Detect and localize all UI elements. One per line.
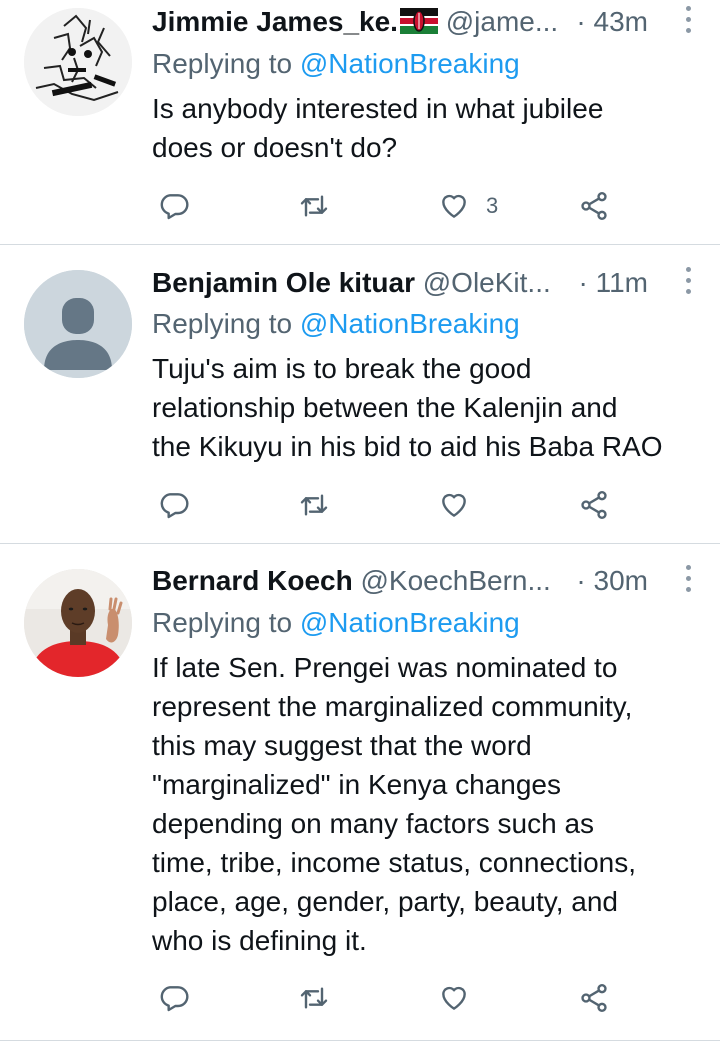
tweet-text-line: If late Sen. Prengei was nominated to (152, 652, 618, 683)
timestamp[interactable]: · 11m (579, 263, 649, 303)
tweet-text: Is anybody interested in what jubilee do… (152, 89, 700, 167)
tweet-text-line: does or doesn't do? (152, 132, 398, 163)
like-count: 3 (486, 193, 499, 218)
tweet[interactable]: Jimmie James_ke. @jame... · 43m Replying… (0, 0, 720, 244)
retweet-icon (300, 987, 328, 1009)
tweet-text-line: place, age, gender, party, beauty, and (152, 886, 618, 917)
tweet-text-line: who is defining it. (152, 925, 367, 956)
reply-icon (160, 493, 189, 519)
avatar[interactable] (24, 270, 132, 378)
sketch-portrait-image (24, 8, 132, 116)
mention-link[interactable]: @NationBreaking (300, 607, 520, 638)
like-button[interactable]: 3 (438, 184, 498, 228)
tweet-text-line: this may suggest that the word (152, 730, 532, 761)
replying-to: Replying to @NationBreaking (152, 44, 520, 84)
replying-prefix: Replying to (152, 48, 300, 79)
tweet-text-line: Is anybody interested in what jubilee (152, 93, 604, 124)
retweet-button[interactable] (298, 483, 330, 527)
share-button[interactable] (578, 976, 610, 1020)
photo-person-red-shirt (24, 569, 132, 677)
like-button[interactable] (438, 483, 470, 527)
mention-link[interactable]: @NationBreaking (300, 308, 520, 339)
reply-button[interactable] (158, 976, 190, 1020)
like-icon (442, 986, 466, 1010)
reply-icon (160, 986, 189, 1012)
tweet[interactable]: Bernard Koech @KoechBern... · 30m Replyi… (0, 544, 720, 1044)
tweet-text-line: the Kikuyu in his bid to aid his Baba RA… (152, 431, 663, 462)
more-icon[interactable] (682, 267, 694, 299)
user-handle[interactable]: @OleKit... (423, 267, 551, 298)
share-icon (581, 491, 607, 519)
user-handle[interactable]: @jame... (446, 6, 558, 37)
tweet-text-line: depending on many factors such as (152, 808, 595, 839)
more-icon[interactable] (682, 6, 694, 38)
divider (0, 1040, 720, 1041)
reply-icon (160, 194, 189, 220)
more-icon[interactable] (682, 565, 694, 597)
default-profile-icon (24, 270, 132, 378)
user-handle[interactable]: @KoechBern... (361, 565, 551, 596)
tweet-actions (152, 483, 652, 527)
kenya-flag-icon (399, 8, 438, 34)
retweet-icon (300, 494, 328, 516)
reply-button[interactable] (158, 483, 190, 527)
avatar[interactable] (24, 569, 132, 677)
like-icon (442, 194, 466, 218)
retweet-button[interactable] (298, 976, 330, 1020)
tweet-text: Tuju's aim is to break the good relation… (152, 349, 700, 466)
tweet-text-line: "marginalized" in Kenya changes (152, 769, 562, 800)
timestamp[interactable]: · 30m (576, 561, 648, 601)
like-icon (442, 493, 466, 517)
share-icon (581, 192, 607, 220)
tweet-text-line: time, tribe, income status, connections, (152, 847, 636, 878)
share-icon (581, 984, 607, 1012)
replying-to: Replying to @NationBreaking (152, 603, 520, 643)
display-name[interactable]: Bernard Koech (152, 565, 353, 596)
share-button[interactable] (578, 483, 610, 527)
reply-button[interactable] (158, 184, 190, 228)
tweet-actions (152, 976, 652, 1020)
retweet-button[interactable] (298, 184, 330, 228)
replying-prefix: Replying to (152, 308, 300, 339)
tweet-text: If late Sen. Prengei was nominated to re… (152, 648, 700, 960)
avatar[interactable] (24, 8, 132, 116)
tweet-text-line: represent the marginalized community, (152, 691, 633, 722)
display-name[interactable]: Jimmie James_ke. (152, 6, 398, 37)
retweet-icon (300, 195, 328, 217)
tweet-text-line: relationship between the Kalenjin and (152, 392, 618, 423)
tweet[interactable]: Benjamin Ole kituar @OleKit... · 11m Rep… (0, 245, 720, 543)
share-button[interactable] (578, 184, 610, 228)
tweet-actions: 3 (152, 184, 652, 228)
display-name[interactable]: Benjamin Ole kituar (152, 267, 415, 298)
tweet-text-line: Tuju's aim is to break the good (152, 353, 532, 384)
replying-to: Replying to @NationBreaking (152, 304, 520, 344)
replying-prefix: Replying to (152, 607, 300, 638)
like-button[interactable] (438, 976, 470, 1020)
timestamp[interactable]: · 43m (576, 2, 648, 42)
mention-link[interactable]: @NationBreaking (300, 48, 520, 79)
